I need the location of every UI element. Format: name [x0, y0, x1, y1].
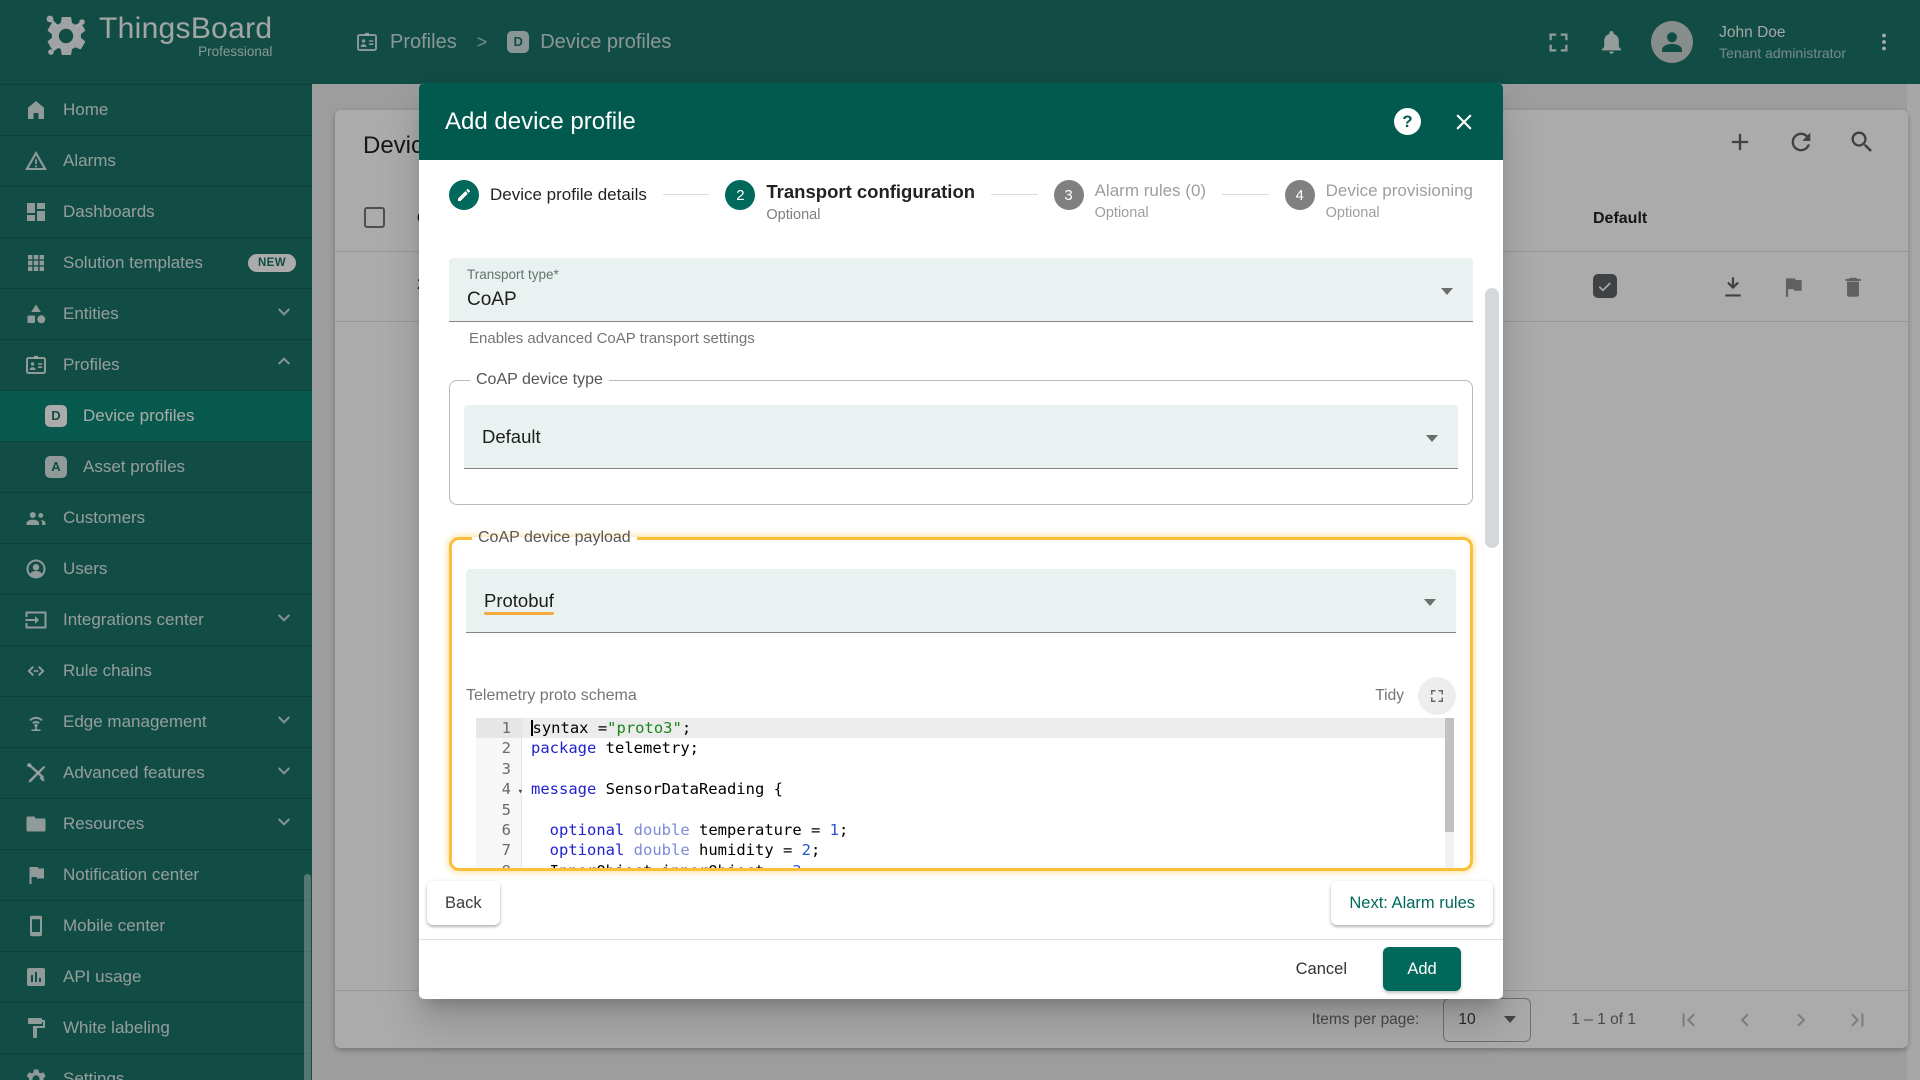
code-line-7[interactable]: 7 optional double humidity = 2;: [476, 840, 1454, 860]
step-number: 4: [1295, 187, 1303, 204]
telemetry-schema-toolbar: Telemetry proto schema Tidy: [466, 677, 1456, 715]
step-circle: 2: [725, 180, 755, 210]
code-text: message SensorDataReading {: [522, 779, 1454, 799]
caret-down-icon: [1426, 435, 1438, 448]
code-line-2[interactable]: 2 package telemetry;: [476, 738, 1454, 758]
cancel-button[interactable]: Cancel: [1284, 960, 1359, 979]
transport-type-value: CoAP: [467, 289, 517, 311]
expand-icon: [1428, 687, 1446, 705]
dialog-title: Add device profile: [445, 108, 636, 136]
transport-type-hint: Enables advanced CoAP transport settings: [469, 330, 1473, 347]
code-line-4[interactable]: 4▾ message SensorDataReading {: [476, 779, 1454, 799]
step-optional-label: Optional: [1326, 205, 1473, 221]
step-circle: [449, 180, 479, 210]
line-number: 3: [476, 759, 522, 779]
tidy-button[interactable]: Tidy: [1375, 687, 1404, 705]
line-number: 1: [476, 718, 522, 738]
telemetry-schema-label: Telemetry proto schema: [466, 687, 637, 705]
code-text: InnerObject innerObject = 3;: [522, 861, 1454, 870]
editor-scrollbar-thumb[interactable]: [1445, 718, 1454, 832]
transport-type-select[interactable]: Transport type* CoAP: [449, 258, 1473, 322]
coap-device-type-select[interactable]: Default: [464, 405, 1458, 469]
step-connector: [991, 194, 1038, 195]
coap-device-payload-value: Protobuf: [484, 590, 554, 615]
expand-editor-button[interactable]: [1418, 677, 1456, 715]
pencil-icon: [456, 187, 472, 203]
step-number: 3: [1064, 187, 1072, 204]
coap-device-type-legend: CoAP device type: [470, 371, 609, 389]
step-label: Alarm rules (0): [1095, 180, 1206, 202]
step-device-profile-details[interactable]: Device profile details: [449, 180, 647, 210]
code-line-5[interactable]: 5: [476, 800, 1454, 820]
back-button[interactable]: Back: [427, 881, 500, 925]
step-optional-label: Optional: [1095, 205, 1206, 221]
code-text: package telemetry;: [522, 738, 1454, 758]
dialog-footer: Cancel Add: [449, 940, 1473, 998]
line-number: 5: [476, 800, 522, 820]
step-transport-configuration[interactable]: 2 Transport configuration Optional: [725, 180, 975, 223]
editor-scrollbar-track[interactable]: [1445, 718, 1454, 870]
next-alarm-rules-button[interactable]: Next: Alarm rules: [1331, 881, 1493, 925]
step-label: Transport configuration: [766, 180, 975, 204]
step-label: Device profile details: [490, 180, 647, 210]
proto-schema-editor[interactable]: 1 syntax ="proto3"; 2 package telemetry;…: [476, 718, 1454, 870]
code-line-1[interactable]: 1 syntax ="proto3";: [476, 718, 1454, 738]
help-icon[interactable]: ?: [1394, 108, 1421, 135]
step-circle: 3: [1054, 180, 1084, 210]
caret-down-icon: [1424, 599, 1436, 612]
dialog-header: Add device profile ?: [419, 83, 1503, 160]
add-button[interactable]: Add: [1383, 947, 1461, 991]
thingsboard-app: ThingsBoard Professional Profiles>DDevic…: [0, 0, 1920, 1080]
step-device-provisioning[interactable]: 4 Device provisioning Optional: [1285, 180, 1473, 221]
coap-device-type-group: CoAP device type Default: [449, 371, 1473, 505]
code-text: [522, 800, 1454, 820]
code-text: [522, 759, 1454, 779]
code-text: optional double humidity = 2;: [522, 840, 1454, 860]
coap-device-payload-group: CoAP device payload Protobuf Telemetry p…: [449, 529, 1473, 871]
stepper-nav: Back Next: Alarm rules: [427, 881, 1493, 925]
coap-device-payload-legend: CoAP device payload: [472, 529, 637, 547]
line-number: 6: [476, 820, 522, 840]
stepper: Device profile details 2 Transport confi…: [449, 180, 1473, 238]
code-text: optional double temperature = 1;: [522, 820, 1454, 840]
dialog-scrollbar-thumb[interactable]: [1485, 288, 1499, 548]
code-text: syntax ="proto3";: [522, 718, 1454, 738]
step-number: 2: [736, 187, 744, 204]
step-alarm-rules-0[interactable]: 3 Alarm rules (0) Optional: [1054, 180, 1206, 221]
code-line-6[interactable]: 6 optional double temperature = 1;: [476, 820, 1454, 840]
code-line-8[interactable]: 8 InnerObject innerObject = 3;: [476, 861, 1454, 870]
close-icon[interactable]: [1451, 109, 1477, 135]
line-number: 7: [476, 840, 522, 860]
step-optional-label: Optional: [766, 207, 975, 223]
line-number: 2: [476, 738, 522, 758]
transport-type-label: Transport type*: [467, 267, 559, 282]
caret-down-icon: [1441, 288, 1453, 301]
line-number: 8: [476, 861, 522, 870]
step-label: Device provisioning: [1326, 180, 1473, 202]
dialog-body: Device profile details 2 Transport confi…: [419, 180, 1503, 998]
line-number: 4▾: [476, 779, 522, 799]
add-device-profile-dialog: Add device profile ? Device profile deta…: [419, 83, 1503, 999]
coap-device-payload-select[interactable]: Protobuf: [466, 569, 1456, 633]
step-connector: [1222, 194, 1269, 195]
step-circle: 4: [1285, 180, 1315, 210]
coap-device-type-value: Default: [482, 426, 541, 448]
step-connector: [663, 194, 710, 195]
code-line-3[interactable]: 3: [476, 759, 1454, 779]
